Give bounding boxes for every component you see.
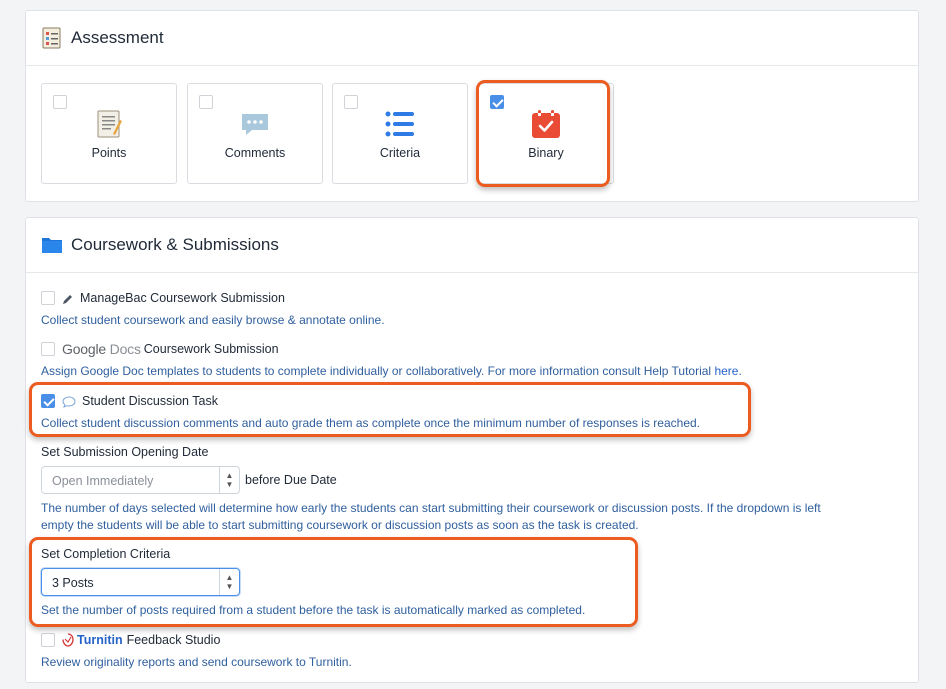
- managebac-title: ManageBac Coursework Submission: [80, 291, 285, 305]
- list-icon: [384, 108, 416, 140]
- speech-bubble-icon: [62, 395, 76, 408]
- coursework-title: Coursework & Submissions: [71, 235, 279, 254]
- completion-criteria-value: 3 Posts: [52, 576, 94, 590]
- help-tutorial-link[interactable]: here: [714, 364, 738, 378]
- before-due-date-text: before Due Date: [245, 473, 337, 487]
- gdocs-item: Google Docs Coursework Submission: [41, 341, 279, 357]
- points-checkbox[interactable]: [53, 95, 67, 109]
- opening-date-label: Set Submission Opening Date: [41, 445, 209, 459]
- points-label: Points: [91, 146, 127, 160]
- assessment-title: Assessment: [71, 28, 164, 47]
- calendar-check-icon: [530, 108, 562, 140]
- card-criteria[interactable]: Criteria: [332, 83, 468, 184]
- gdocs-title: Coursework Submission: [143, 342, 279, 356]
- discussion-desc: Collect student discussion comments and …: [41, 416, 701, 430]
- gdocs-desc: Assign Google Doc templates to students …: [41, 364, 742, 378]
- comments-icon: [239, 108, 271, 140]
- opening-desc-line2: empty the students will be able to start…: [41, 518, 639, 532]
- turnitin-checkbox[interactable]: [41, 633, 55, 647]
- managebac-desc: Collect student coursework and easily br…: [41, 313, 385, 327]
- points-icon: [93, 108, 125, 140]
- stepper-icon: ▲ ▼: [219, 569, 239, 595]
- turnitin-desc: Review originality reports and send cour…: [41, 655, 352, 669]
- criteria-checkbox[interactable]: [344, 95, 358, 109]
- assessment-header: Assessment: [26, 11, 918, 66]
- managebac-checkbox[interactable]: [41, 291, 55, 305]
- completion-criteria-label: Set Completion Criteria: [41, 547, 171, 561]
- gdocs-checkbox[interactable]: [41, 342, 55, 356]
- turnitin-title: Feedback Studio: [126, 633, 221, 647]
- turnitin-brand: Turnitin: [77, 633, 123, 647]
- turnitin-item: Turnitin Feedback Studio: [41, 632, 220, 648]
- assessment-icon: [41, 26, 63, 50]
- opening-date-select[interactable]: Open Immediately ▲ ▼: [41, 466, 240, 494]
- stepper-icon: ▲ ▼: [219, 467, 239, 493]
- assessment-panel: Assessment Points Comments Criteria Bina…: [25, 10, 919, 202]
- binary-label: Binary: [528, 146, 564, 160]
- managebac-item: ManageBac Coursework Submission: [41, 290, 285, 306]
- coursework-panel: Coursework & Submissions ManageBac Cours…: [25, 217, 919, 683]
- folder-icon: [41, 236, 63, 254]
- binary-checkbox[interactable]: [490, 95, 504, 109]
- completion-desc: Set the number of posts required from a …: [41, 603, 586, 617]
- opening-date-value: Open Immediately: [52, 474, 154, 488]
- coursework-header: Coursework & Submissions: [26, 218, 918, 273]
- card-binary[interactable]: Binary: [478, 83, 614, 184]
- completion-criteria-select[interactable]: 3 Posts ▲ ▼: [41, 568, 240, 596]
- discussion-checkbox[interactable]: [41, 394, 55, 408]
- discussion-item: Student Discussion Task: [41, 393, 218, 409]
- google-docs-logo: Google Docs: [62, 341, 141, 357]
- turnitin-logo-icon: [62, 633, 74, 647]
- comments-checkbox[interactable]: [199, 95, 213, 109]
- card-points[interactable]: Points: [41, 83, 177, 184]
- criteria-label: Criteria: [379, 146, 421, 160]
- pencil-icon: [62, 292, 74, 304]
- discussion-title: Student Discussion Task: [82, 394, 218, 408]
- comments-label: Comments: [224, 146, 286, 160]
- opening-desc-line1: The number of days selected will determi…: [41, 501, 821, 515]
- card-comments[interactable]: Comments: [187, 83, 323, 184]
